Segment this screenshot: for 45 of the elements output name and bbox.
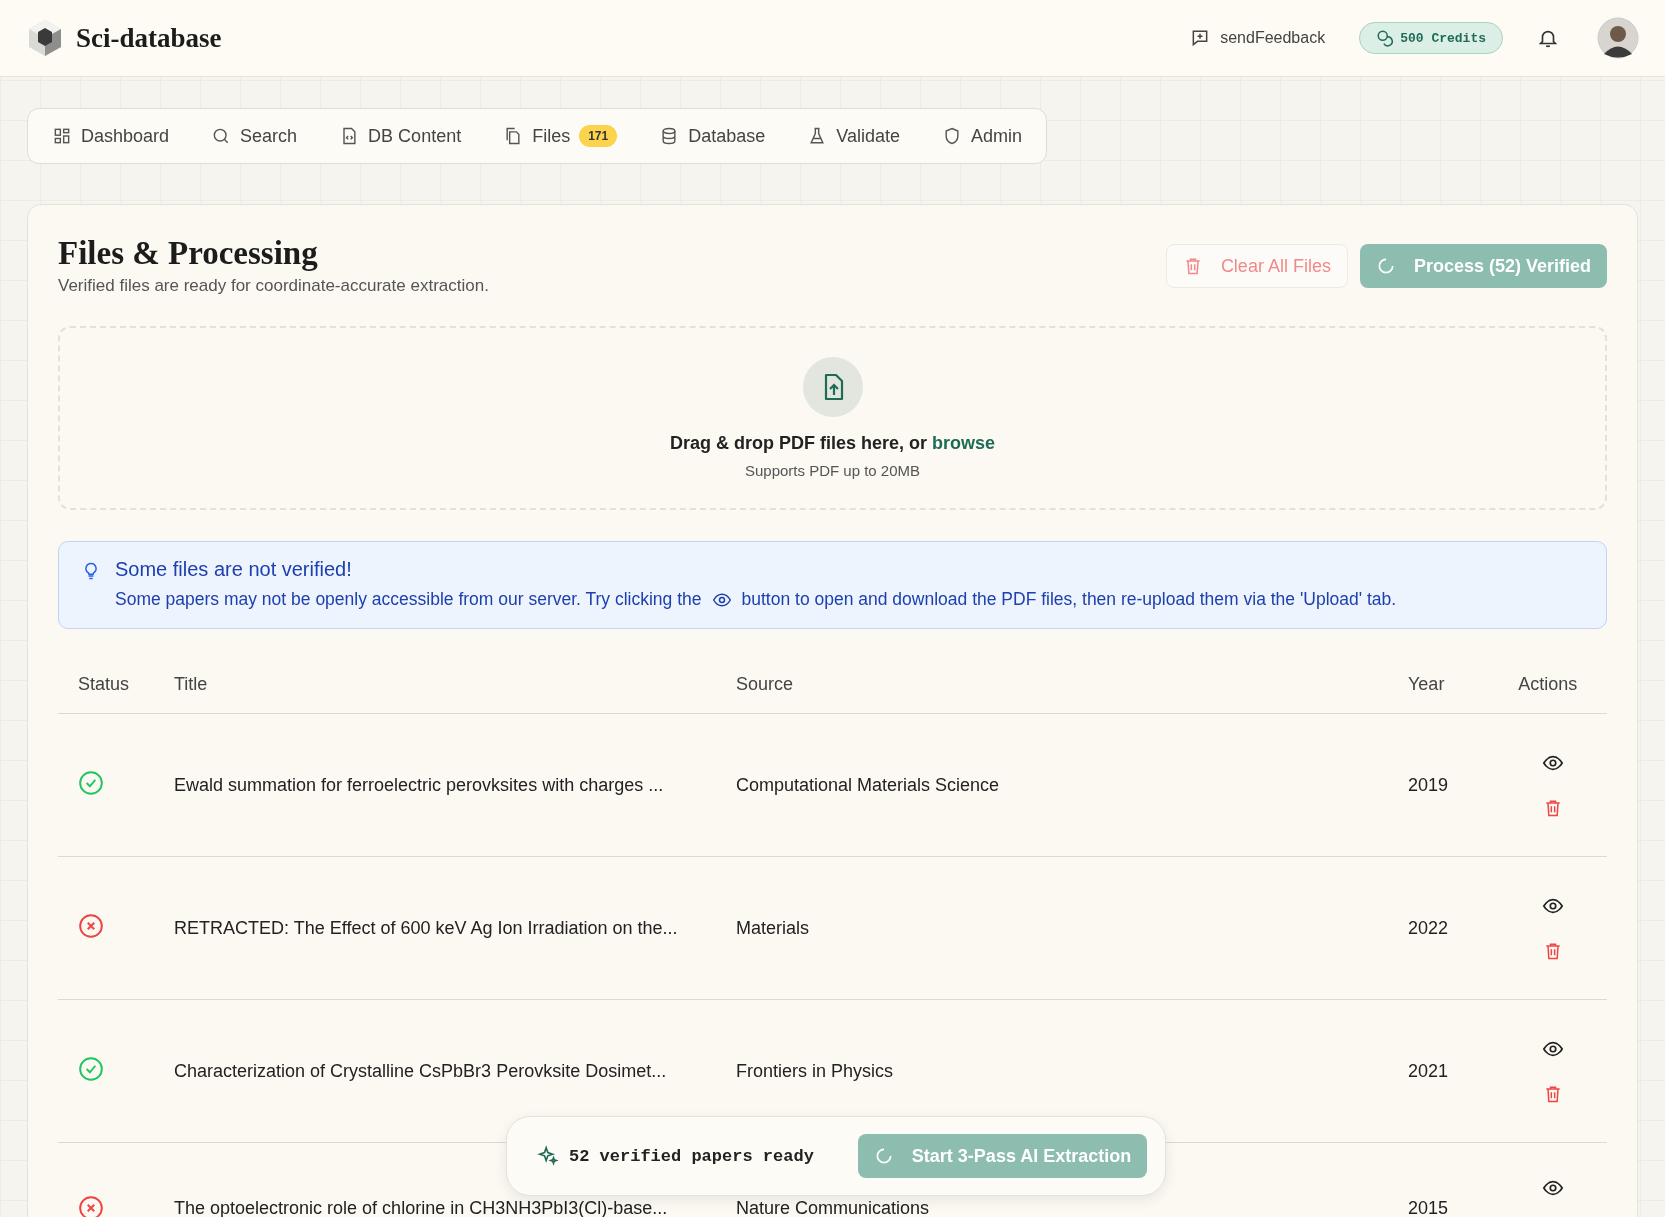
ready-count-text: 52 verified papers ready xyxy=(569,1146,814,1166)
nav-tab[interactable]: Database xyxy=(649,125,776,147)
column-header: Actions xyxy=(1488,655,1607,714)
column-header: Source xyxy=(735,655,1407,714)
table-cell: Characterization of Crystalline CsPbBr3 Perovksite Dosimet... xyxy=(174,1060,667,1081)
app-name: Sci-database xyxy=(76,22,222,54)
alert-title: Some files are not verified! xyxy=(115,558,353,581)
browse-link[interactable]: browse xyxy=(932,433,996,453)
table-cell: Nature Communications xyxy=(736,1198,930,1217)
table-cell: 2022 xyxy=(1408,917,1449,938)
grid-icon xyxy=(52,126,72,146)
file-upload-icon xyxy=(802,357,863,417)
table-cell: 2019 xyxy=(1408,774,1449,795)
coins-icon xyxy=(1376,29,1395,47)
column-header: Year xyxy=(1407,655,1489,714)
credits-badge[interactable]: 500 Credits xyxy=(1359,22,1503,54)
nav-tab[interactable]: Search xyxy=(201,125,308,147)
upload-dropzone[interactable]: Drag & drop PDF files here, or browse Supports PDF up to 20MB xyxy=(58,326,1607,510)
column-header: Title xyxy=(173,655,735,714)
column-header: Status xyxy=(58,655,173,714)
table-cell: Materials xyxy=(736,917,810,938)
feedback-link[interactable]: sendFeedback xyxy=(1190,28,1326,48)
shield-icon xyxy=(942,126,962,146)
dropzone-hint: Supports PDF up to 20MB xyxy=(744,462,921,479)
nav-tab[interactable]: DB Content xyxy=(329,125,472,147)
nav-tab[interactable]: Validate xyxy=(797,125,910,147)
table-cell: RETRACTED: The Effect of 600 keV Ag Ion Irradiation on the... xyxy=(174,917,678,938)
nav-tab[interactable]: Files 171 xyxy=(493,125,628,147)
table-cell: Computational Materials Science xyxy=(736,774,1000,795)
table-cell: 2021 xyxy=(1408,1060,1449,1081)
page-subtitle: Verified files are ready for coordinate-accurate extraction. xyxy=(58,276,489,296)
count-badge: 171 xyxy=(579,125,618,147)
page-title: Files & Processing xyxy=(58,235,319,272)
alert-text: button to open and download the PDF files, then re-upload them via the 'Upload' tab. xyxy=(741,589,1397,610)
alert-text: Some papers may not be openly accessible from our server. Try clicking the xyxy=(115,589,702,610)
nav-tab[interactable]: Admin xyxy=(932,125,1033,147)
nav-tab[interactable]: Dashboard xyxy=(42,125,180,147)
sparkles-icon xyxy=(537,1145,559,1167)
user-avatar[interactable] xyxy=(1597,17,1639,59)
table-cell: 2015 xyxy=(1408,1198,1449,1217)
table-cell: Frontiers in Physics xyxy=(736,1060,894,1081)
dropzone-instruction: Drag & drop PDF files here, or browse xyxy=(669,433,996,454)
table-cell: The optoelectronic role of chlorine in CH3NH3PbI3(Cl)-base... xyxy=(174,1198,668,1217)
table-cell: Ewald summation for ferroelectric perovksites with charges ... xyxy=(174,774,664,795)
cube-logo-icon xyxy=(26,18,64,58)
